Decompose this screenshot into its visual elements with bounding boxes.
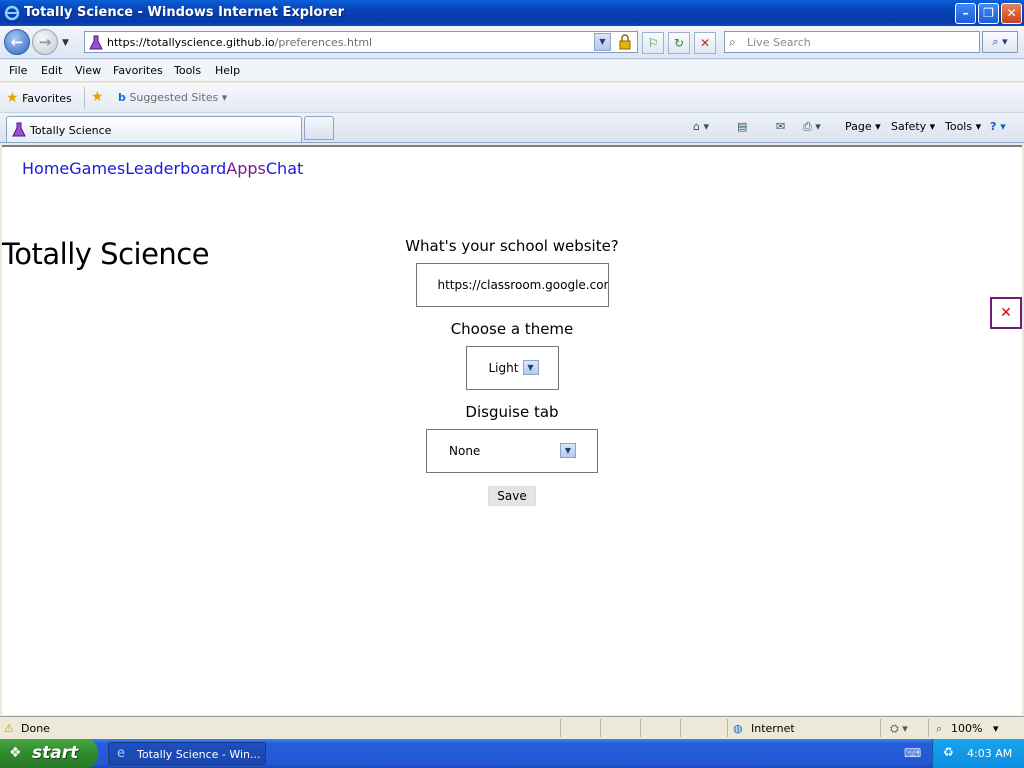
tab-label: Totally Science <box>30 124 112 137</box>
keyboard-icon[interactable]: ⌨ <box>904 746 921 760</box>
theme-select-value: Light <box>488 361 519 375</box>
save-button[interactable]: Save <box>488 486 536 506</box>
zoom-level[interactable]: 100% <box>951 722 982 735</box>
protected-mode-icon[interactable]: ⛭ ▾ <box>890 722 908 736</box>
menu-file[interactable]: File <box>9 64 27 77</box>
zoom-icon[interactable]: ⌕ <box>936 722 942 736</box>
safety-menu[interactable]: Safety ▾ <box>891 120 935 133</box>
school-website-label: What's your school website? <box>405 237 619 255</box>
tab-totally-science[interactable]: Totally Science <box>6 116 302 142</box>
site-nav: HomeGamesLeaderboardAppsChat <box>22 159 303 178</box>
help-icon[interactable]: ? ▾ <box>990 120 1006 133</box>
address-dropdown-button[interactable]: ▼ <box>594 33 611 51</box>
taskbar: ❖ start e Totally Science - Win... ⌨ ♻ 4… <box>0 739 1024 768</box>
address-bar[interactable]: https://totallyscience.github.io/prefere… <box>84 31 638 53</box>
nav-games[interactable]: Games <box>69 159 125 178</box>
preferences-form: What's your school website? Choose a the… <box>372 237 652 506</box>
minimize-button[interactable]: – <box>955 3 976 24</box>
system-tray: ♻ 4:03 AM <box>932 739 1024 768</box>
globe-icon: ◍ <box>733 722 743 735</box>
warning-icon[interactable]: ⚠ <box>4 722 14 735</box>
taskbar-item-label: Totally Science - Win... <box>137 748 261 761</box>
nav-apps[interactable]: Apps <box>226 159 266 178</box>
back-arrow-icon: ← <box>10 33 24 51</box>
menu-tools[interactable]: Tools <box>174 64 201 77</box>
menu-bar: File Edit View Favorites Tools Help <box>0 60 1024 82</box>
nav-home[interactable]: Home <box>22 159 69 178</box>
school-website-input[interactable] <box>437 264 608 306</box>
status-divider <box>640 719 641 737</box>
forward-arrow-icon: → <box>38 33 52 51</box>
restore-button[interactable]: ❐ <box>978 3 999 24</box>
back-button[interactable]: ← <box>4 29 30 55</box>
suggested-sites-button[interactable]: b Suggested Sites ▾ <box>118 91 227 104</box>
window-title: Totally Science - Windows Internet Explo… <box>24 5 345 20</box>
mail-icon[interactable]: ✉ <box>776 120 785 133</box>
add-to-favorites-icon[interactable]: ★ <box>91 89 104 105</box>
nav-chat[interactable]: Chat <box>266 159 303 178</box>
print-icon[interactable]: ⎙ ▾ <box>803 120 821 134</box>
favorites-star-icon: ★ <box>6 90 19 106</box>
security-zone[interactable]: Internet <box>751 722 795 735</box>
zoom-dropdown-icon[interactable]: ▾ <box>993 722 999 735</box>
favorites-button[interactable]: ★ Favorites <box>6 90 72 106</box>
tools-menu[interactable]: Tools ▾ <box>945 120 981 133</box>
flask-favicon-icon <box>89 35 103 50</box>
favorites-bar: ★ Favorites ★ b Suggested Sites ▾ <box>0 83 1024 113</box>
search-box[interactable]: ⌕ Live Search <box>724 31 980 53</box>
page-menu[interactable]: Page ▾ <box>845 120 881 133</box>
search-placeholder: Live Search <box>747 36 811 49</box>
network-icon[interactable]: ♻ <box>943 745 954 759</box>
disguise-select-value: None <box>449 444 481 458</box>
school-website-field[interactable] <box>415 263 609 307</box>
status-divider <box>727 719 728 737</box>
status-divider <box>560 719 561 737</box>
bing-icon: b <box>118 91 126 104</box>
stop-icon[interactable]: ✕ <box>694 32 716 54</box>
menu-favorites[interactable]: Favorites <box>113 64 163 77</box>
clock[interactable]: 4:03 AM <box>967 747 1012 760</box>
flask-tab-icon <box>12 122 26 137</box>
history-dropdown-icon[interactable]: ▼ <box>62 38 69 48</box>
disguise-tab-select[interactable]: None ▼ <box>426 429 598 473</box>
disguise-tab-label: Disguise tab <box>465 403 559 421</box>
status-divider <box>600 719 601 737</box>
page-content: HomeGamesLeaderboardAppsChat Totally Sci… <box>2 145 1022 715</box>
ie-taskbar-icon: e <box>117 746 125 761</box>
close-window-button[interactable]: ✕ <box>1001 3 1022 24</box>
home-icon[interactable]: ⌂ ▾ <box>693 120 709 133</box>
status-divider <box>928 719 929 737</box>
refresh-icon[interactable]: ↻ <box>668 32 690 54</box>
status-divider <box>880 719 881 737</box>
menu-view[interactable]: View <box>75 64 101 77</box>
status-text: Done <box>21 722 50 735</box>
new-tab-button[interactable] <box>304 116 334 140</box>
start-label: start <box>32 743 79 763</box>
search-go-button[interactable]: ⌕ ▾ <box>982 31 1018 53</box>
tab-row: Totally Science ⌂ ▾ ▤ ✉ ⎙ ▾ Page ▾ Safet… <box>0 113 1024 143</box>
ie-logo-icon <box>4 5 20 21</box>
start-button[interactable]: ❖ start <box>0 739 98 768</box>
status-divider <box>680 719 681 737</box>
window-titlebar[interactable]: Totally Science - Windows Internet Explo… <box>0 0 1024 26</box>
chevron-down-icon[interactable]: ▼ <box>560 443 576 458</box>
search-icon: ⌕ <box>729 35 736 49</box>
feeds-icon[interactable]: ▤ <box>737 120 747 133</box>
favorites-separator <box>84 87 85 109</box>
lock-icon[interactable] <box>617 34 633 50</box>
windows-flag-icon: ❖ <box>9 745 22 761</box>
menu-edit[interactable]: Edit <box>41 64 62 77</box>
status-bar: ⚠ Done ◍ Internet ⛭ ▾ ⌕ 100% ▾ <box>0 716 1024 739</box>
close-panel-button[interactable]: ✕ <box>990 297 1022 329</box>
menu-help[interactable]: Help <box>215 64 240 77</box>
site-title: Totally Science <box>2 237 210 271</box>
forward-button[interactable]: → <box>32 29 58 55</box>
nav-leaderboard[interactable]: Leaderboard <box>125 159 226 178</box>
theme-label: Choose a theme <box>450 320 574 338</box>
chevron-down-icon[interactable]: ▼ <box>522 360 539 375</box>
compatibility-view-icon[interactable]: ⚐ <box>642 32 664 54</box>
address-url[interactable]: https://totallyscience.github.io/prefere… <box>107 36 372 49</box>
theme-select[interactable]: Light ▼ <box>465 346 559 390</box>
taskbar-item-ie[interactable]: e Totally Science - Win... <box>108 742 266 765</box>
